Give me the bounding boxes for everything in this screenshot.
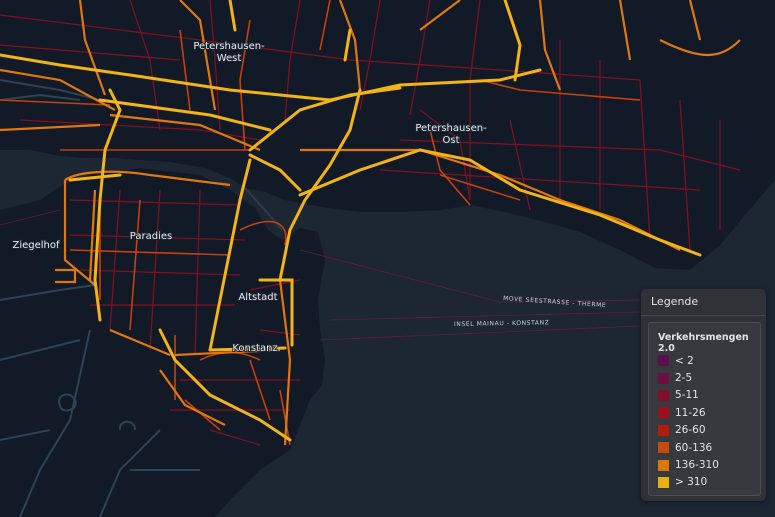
legend-item: 60-136 (649, 439, 760, 456)
legend-swatch (658, 442, 669, 454)
legend-swatch (658, 355, 669, 367)
legend-item: > 310 (649, 474, 760, 491)
label-petershausen-west-line1: Petershausen- (193, 41, 265, 52)
legend-swatch (658, 407, 669, 419)
label-petershausen-west-line2: West (217, 53, 242, 64)
legend-items: < 2 2-5 5-11 11-26 26-60 60-136 136-310 > 310 (649, 352, 760, 491)
legend-item: 5-11 (649, 387, 760, 404)
label-petershausen-ost-line1: Petershausen- (415, 123, 487, 134)
legend-swatch (658, 389, 669, 401)
legend-item: < 2 (649, 352, 760, 369)
legend-title: Legende (641, 289, 766, 316)
legend-item-label: 2-5 (675, 372, 693, 385)
label-petershausen-ost-line2: Ost (442, 135, 459, 146)
label-ziegelhof: Ziegelhof (12, 240, 60, 251)
legend-swatch (658, 372, 669, 384)
legend-item: 136-310 (649, 456, 760, 473)
label-altstadt: Altstadt (238, 292, 277, 303)
legend-layer-box: Verkehrsmengen 2.0 < 2 2-5 5-11 11-26 26-60 6… (648, 322, 761, 496)
label-paradies: Paradies (130, 231, 172, 242)
legend-item-label: 60-136 (675, 441, 713, 454)
legend-swatch (658, 424, 669, 436)
legend-swatch (658, 459, 669, 471)
legend-panel: Legende Verkehrsmengen 2.0 < 2 2-5 5-11 11-… (641, 289, 766, 501)
legend-item-label: 26-60 (675, 424, 706, 437)
legend-item: 2-5 (649, 369, 760, 386)
legend-item: 26-60 (649, 422, 760, 439)
legend-item-label: < 2 (675, 354, 694, 367)
legend-swatch (658, 476, 669, 488)
legend-item-label: 136-310 (675, 459, 719, 472)
legend-item: 11-26 (649, 404, 760, 421)
label-konstanz: Konstanz (232, 343, 277, 354)
legend-item-label: > 310 (675, 476, 708, 489)
legend-layer-name: Verkehrsmengen 2.0 (658, 332, 749, 354)
legend-item-label: 5-11 (675, 389, 699, 402)
legend-item-label: 11-26 (675, 406, 706, 419)
